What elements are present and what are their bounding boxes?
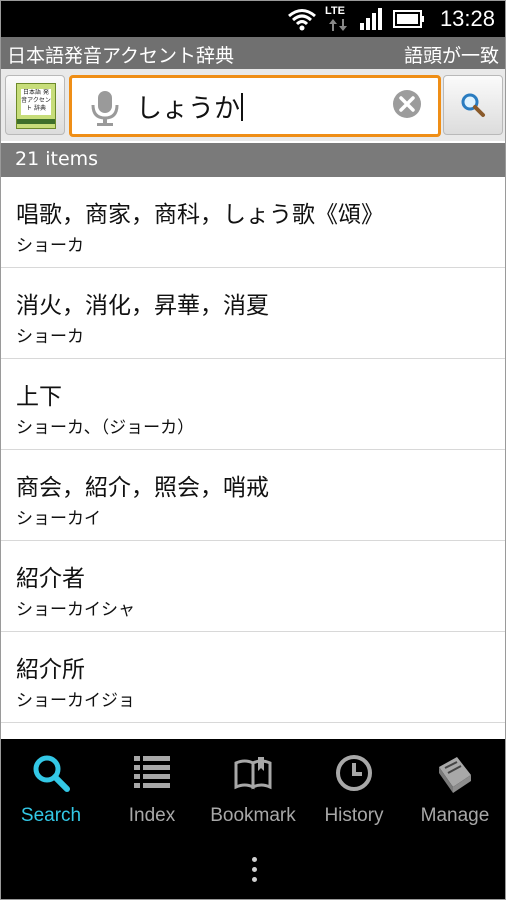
entry-word: 商会，紹介，照会，哨戒 [16,475,269,501]
app-title: 日本語発音アクセント辞典 [7,45,235,67]
entry-reading: ショーカ [16,236,84,256]
clear-icon[interactable] [392,89,422,119]
manage-book-icon [439,757,471,793]
list-item[interactable]: 唱歌，商家，商科，しょう歌《頌》 ショーカ [1,177,505,268]
entry-word: 紹介者 [16,566,85,592]
tab-label: History [324,805,384,826]
tab-label: Index [128,805,176,826]
dot [251,857,257,862]
search-row: 日本語 発音アクセント 辞典 しょうか [1,69,505,141]
dictionary-button[interactable]: 日本語 発音アクセント 辞典 [5,75,65,135]
list-icon [134,756,170,788]
tab-label: Search [20,805,82,826]
lte-indicator: LTE [325,5,351,33]
text-caret [241,93,244,121]
entry-reading: ショーカイシャ [16,600,135,620]
status-bar: LTE 13:28 [1,1,505,37]
entry-reading: ショーカ、（ジョーカ） [16,418,195,438]
entry-reading: ショーカイジョ [16,691,135,711]
list-item[interactable]: 紹介所 ショーカイジョ [1,632,505,723]
data-arrows-icon [329,19,347,31]
result-count: 21 items [15,148,99,170]
list-item[interactable]: 商会，紹介，照会，哨戒 ショーカイ [1,450,505,541]
overflow-menu-icon[interactable] [249,857,259,887]
dot [251,867,257,872]
book-band [17,119,55,124]
list-item[interactable] [1,723,505,739]
entry-word: 消火，消化，昇華，消夏 [16,293,269,319]
search-icon [33,755,70,792]
microphone-icon[interactable] [90,90,120,126]
tab-bookmark[interactable]: Bookmark [203,739,303,843]
tab-label: Bookmark [210,805,296,826]
bottom-nav: Search Index Bookmark History Manage [1,739,505,899]
search-mode[interactable]: 語頭が一致 [404,41,499,68]
title-bar: 日本語発音アクセント辞典 語頭が一致 [1,37,505,69]
tab-index[interactable]: Index [102,739,202,843]
entry-reading: ショーカ [16,327,84,347]
search-input[interactable]: しょうか [69,75,441,137]
magnifier-icon [461,93,485,117]
result-list: 唱歌，商家，商科，しょう歌《頌》 ショーカ 消火，消化，昇華，消夏 ショーカ 上… [1,177,505,739]
entry-word: 紹介所 [16,657,85,683]
list-item[interactable]: 紹介者 ショーカイシャ [1,541,505,632]
battery-icon [393,10,424,28]
tab-history[interactable]: History [304,739,404,843]
result-count-bar: 21 items [1,143,505,177]
tab-label: Manage [420,805,490,826]
signal-icon [360,8,382,30]
entry-word: 上下 [16,384,62,410]
tab-search[interactable]: Search [1,739,101,843]
book-cover-label: 日本語 発音アクセント 辞典 [21,89,51,115]
search-button[interactable] [443,75,503,135]
list-item[interactable]: 消火，消化，昇華，消夏 ショーカ [1,268,505,359]
dot [251,877,257,882]
clock-time: 13:28 [439,6,495,31]
search-query[interactable]: しょうか [136,88,244,125]
app-frame: LTE 13:28 日本語発音アクセント辞典 語頭が一致 日本語 発音アクセント… [0,0,506,900]
status-icons: LTE [287,5,425,33]
entry-word: 唱歌，商家，商科，しょう歌《頌》 [16,202,384,228]
dictionary-book-icon: 日本語 発音アクセント 辞典 [16,83,56,129]
clock-icon [336,755,372,791]
search-query-text: しょうか [136,94,241,124]
open-book-icon [234,757,272,790]
wifi-icon [288,9,316,31]
entry-reading: ショーカイ [16,509,101,529]
tab-manage[interactable]: Manage [405,739,505,843]
lte-label: LTE [325,5,345,17]
list-item[interactable]: 上下 ショーカ、（ジョーカ） [1,359,505,450]
